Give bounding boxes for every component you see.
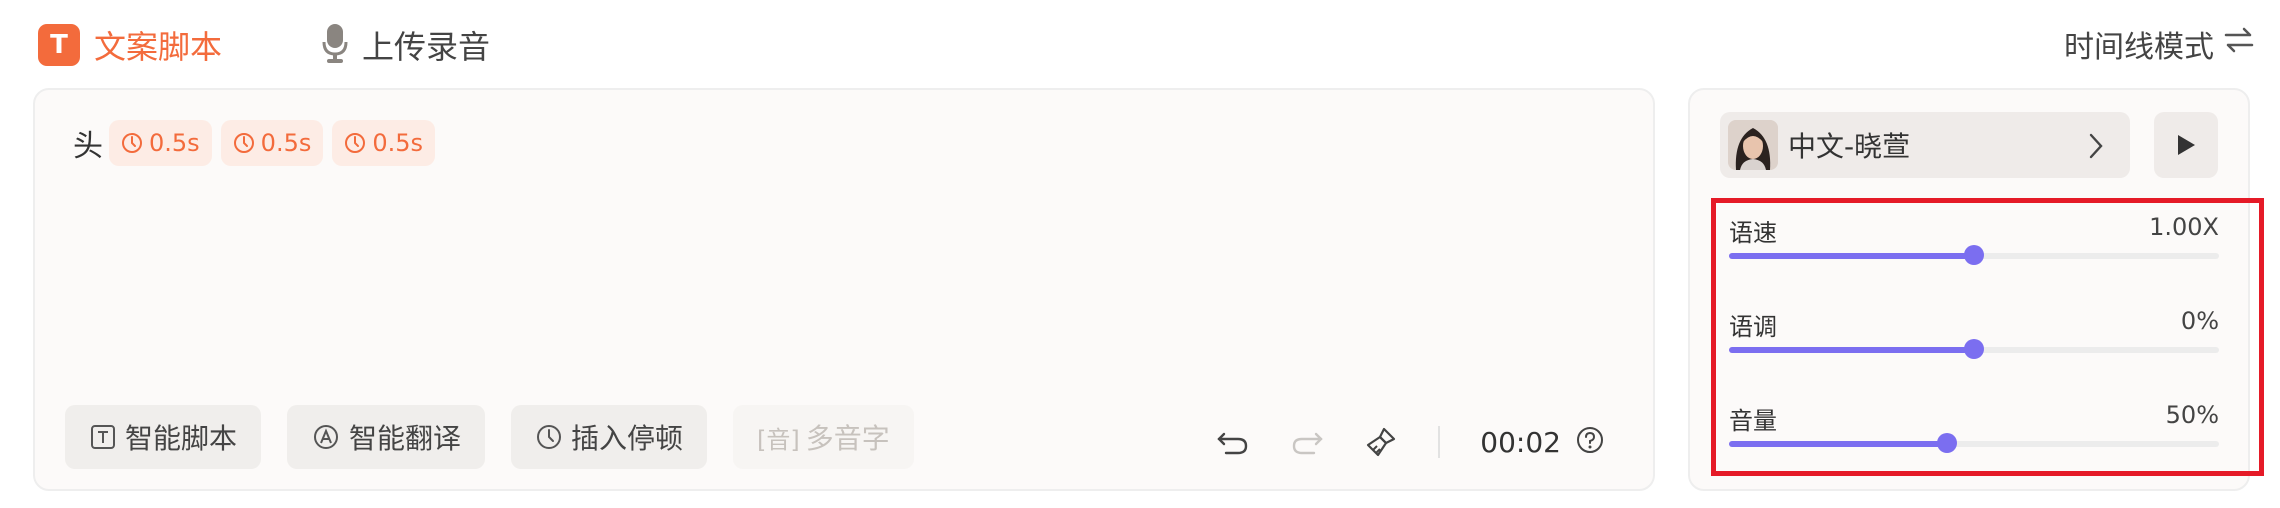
insert-pause-button[interactable]: 插入停顿 <box>511 405 708 469</box>
clock-icon <box>537 425 562 449</box>
editor-toolbar: 智能脚本 智能翻译 插入停顿 [音] 多音字 <box>65 405 940 469</box>
clock-icon <box>233 133 254 153</box>
redo-icon[interactable] <box>1290 428 1324 456</box>
tab-script[interactable]: T 文案脚本 <box>38 22 222 68</box>
script-tab-icon: T <box>38 24 80 66</box>
pause-duration: 0.5s <box>149 129 200 157</box>
voice-selector[interactable]: 中文-晓萱 <box>1720 112 2130 178</box>
smart-script-button[interactable]: 智能脚本 <box>65 405 262 469</box>
play-preview-button[interactable] <box>2154 112 2218 178</box>
pause-duration: 0.5s <box>260 129 312 157</box>
undo-icon[interactable] <box>1216 428 1250 456</box>
pause-duration: 0.5s <box>372 129 424 157</box>
clock-icon <box>122 133 142 153</box>
smart-translate-button[interactable]: 智能翻译 <box>287 405 486 469</box>
microphone-icon <box>322 22 348 68</box>
script-editor[interactable]: 头 0.5s 0.5s 0.5s 智能脚本 智能翻译 插入停顿 [音] 多音字 … <box>33 88 1655 491</box>
translate-icon <box>314 425 339 449</box>
speed-value: 1.00X <box>2149 213 2219 241</box>
volume-slider-handle[interactable] <box>1937 433 1958 453</box>
pitch-value: 0% <box>2180 307 2219 335</box>
smart-translate-label: 智能翻译 <box>349 422 462 455</box>
smart-script-label: 智能脚本 <box>125 422 238 455</box>
tab-upload-recording[interactable]: 上传录音 <box>322 22 490 68</box>
editor-right-tools: 00:02 <box>1186 425 1605 459</box>
tab-upload-label: 上传录音 <box>362 28 491 66</box>
polyphone-label: 多音字 <box>805 422 890 455</box>
polyphone-icon: [音] <box>757 425 800 454</box>
volume-slider-fill <box>1729 441 1948 447</box>
insert-pause-label: 插入停顿 <box>571 422 684 455</box>
clear-brush-icon[interactable] <box>1364 425 1398 459</box>
pause-tag[interactable]: 0.5s <box>332 120 436 166</box>
speed-slider-fill <box>1729 253 1974 259</box>
chevron-right-icon <box>2088 132 2104 164</box>
timeline-mode-toggle[interactable]: 时间线模式 <box>2064 22 2254 66</box>
voice-sliders-group: 语速 1.00X 语调 0% 音量 50% <box>1711 198 2264 476</box>
volume-slider[interactable] <box>1729 433 2219 453</box>
pitch-slider-fill <box>1729 347 1974 353</box>
toolbar-divider <box>1438 426 1441 458</box>
timeline-mode-label: 时间线模式 <box>2064 30 2214 65</box>
switch-arrows-icon <box>2224 26 2254 62</box>
editor-text-line: 头 0.5s 0.5s 0.5s <box>73 120 444 166</box>
pitch-slider[interactable] <box>1729 339 2219 359</box>
volume-label: 音量 <box>1729 407 1777 435</box>
speed-slider[interactable] <box>1729 245 2219 265</box>
polyphone-button[interactable]: [音] 多音字 <box>733 405 914 469</box>
speed-slider-handle[interactable] <box>1964 245 1984 265</box>
pitch-slider-handle[interactable] <box>1964 339 1984 359</box>
pause-tag[interactable]: 0.5s <box>109 120 212 166</box>
top-tab-bar: T 文案脚本 上传录音 时间线模式 <box>0 0 2280 88</box>
speed-label: 语速 <box>1729 219 1777 247</box>
voice-avatar <box>1728 120 1778 170</box>
editor-text[interactable]: 头 <box>73 121 103 165</box>
tab-script-label: 文案脚本 <box>94 28 223 66</box>
help-icon[interactable] <box>1575 425 1605 459</box>
pause-tag[interactable]: 0.5s <box>220 120 324 166</box>
pitch-label: 语调 <box>1729 313 1777 341</box>
clock-icon <box>345 133 366 153</box>
duration-readout: 00:02 <box>1480 425 1561 459</box>
voice-name: 中文-晓萱 <box>1788 130 1911 163</box>
volume-value: 50% <box>2165 401 2219 429</box>
text-box-icon <box>91 425 115 449</box>
voice-settings-panel: 中文-晓萱 语速 1.00X 语调 0% 音量 50% <box>1688 88 2264 491</box>
play-icon <box>2178 135 2195 155</box>
